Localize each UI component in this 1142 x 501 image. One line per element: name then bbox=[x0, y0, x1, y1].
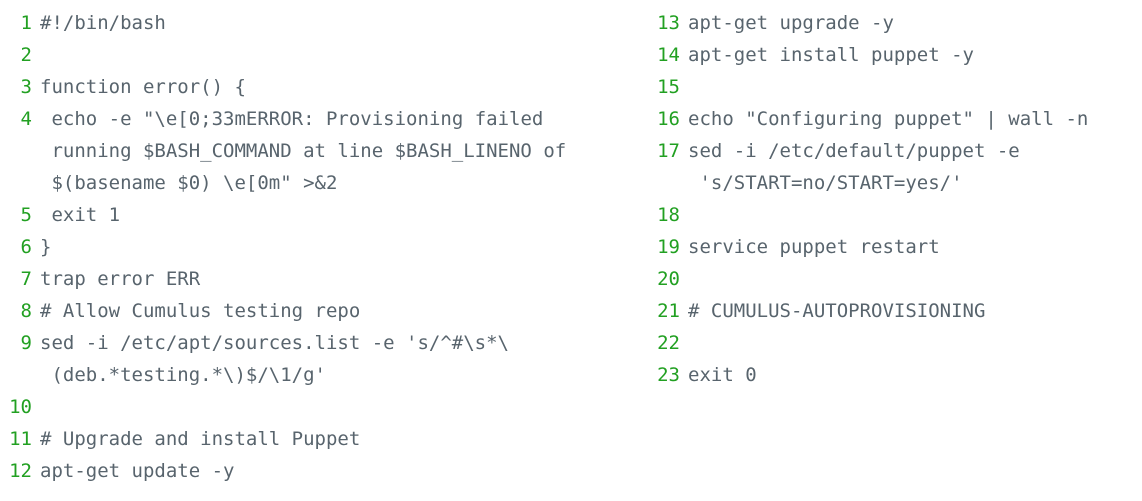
code-line[interactable]: 10 bbox=[2, 391, 600, 423]
line-code: trap error ERR bbox=[40, 268, 201, 290]
line-number: 23 bbox=[657, 364, 680, 386]
line-code: } bbox=[40, 236, 52, 258]
code-line[interactable]: 18 bbox=[650, 199, 1142, 231]
line-code: sed -i /etc/apt/sources.list -e 's/^#\s*… bbox=[40, 332, 509, 386]
code-line[interactable]: 20 bbox=[650, 263, 1142, 295]
code-line[interactable]: 1 #!/bin/bash bbox=[2, 7, 600, 39]
code-line[interactable]: 3 function error() { bbox=[2, 71, 600, 103]
line-code: echo "Configuring puppet" | wall -n bbox=[688, 108, 1089, 130]
line-number: 18 bbox=[657, 204, 680, 226]
line-number: 4 bbox=[20, 108, 32, 130]
code-listing: 1 #!/bin/bash 2 3 function error() { 4 e… bbox=[0, 0, 1142, 501]
line-code: apt-get install puppet -y bbox=[688, 44, 974, 66]
line-code: sed -i /etc/default/puppet -e 's/START=n… bbox=[688, 140, 1032, 194]
line-number: 20 bbox=[657, 268, 680, 290]
line-code: function error() { bbox=[40, 76, 246, 98]
line-code: # Upgrade and install Puppet bbox=[40, 428, 361, 450]
code-line[interactable]: 19 service puppet restart bbox=[650, 231, 1142, 263]
code-line[interactable]: 8 # Allow Cumulus testing repo bbox=[2, 295, 600, 327]
code-line[interactable]: 21 # CUMULUS-AUTOPROVISIONING bbox=[650, 295, 1142, 327]
line-number: 9 bbox=[20, 332, 32, 354]
line-code: exit 0 bbox=[688, 364, 757, 386]
line-number: 15 bbox=[657, 76, 680, 98]
line-number: 11 bbox=[9, 428, 32, 450]
line-number: 21 bbox=[657, 300, 680, 322]
line-number: 12 bbox=[9, 460, 32, 482]
line-number: 10 bbox=[9, 396, 32, 418]
code-line[interactable]: 12 apt-get update -y bbox=[2, 455, 600, 487]
code-line[interactable]: 4 echo -e "\e[0;33mERROR: Provisioning f… bbox=[2, 103, 600, 199]
line-number: 14 bbox=[657, 44, 680, 66]
line-code: # Allow Cumulus testing repo bbox=[40, 300, 361, 322]
code-column-left: 1 #!/bin/bash 2 3 function error() { 4 e… bbox=[0, 7, 600, 487]
code-line[interactable]: 5 exit 1 bbox=[2, 199, 600, 231]
code-line[interactable]: 2 bbox=[2, 39, 600, 71]
line-number: 8 bbox=[20, 300, 32, 322]
code-line[interactable]: 14 apt-get install puppet -y bbox=[650, 39, 1142, 71]
line-number: 22 bbox=[657, 332, 680, 354]
code-line[interactable]: 7 trap error ERR bbox=[2, 263, 600, 295]
code-line[interactable]: 15 bbox=[650, 71, 1142, 103]
line-code: apt-get upgrade -y bbox=[688, 12, 894, 34]
code-line[interactable]: 11 # Upgrade and install Puppet bbox=[2, 423, 600, 455]
code-line[interactable]: 23 exit 0 bbox=[650, 359, 1142, 391]
line-number: 3 bbox=[20, 76, 32, 98]
line-code: service puppet restart bbox=[688, 236, 940, 258]
code-line[interactable]: 16 echo "Configuring puppet" | wall -n bbox=[650, 103, 1142, 135]
line-code: # CUMULUS-AUTOPROVISIONING bbox=[688, 300, 986, 322]
code-line[interactable]: 9 sed -i /etc/apt/sources.list -e 's/^#\… bbox=[2, 327, 600, 391]
code-line[interactable]: 6 } bbox=[2, 231, 600, 263]
line-code: apt-get update -y bbox=[40, 460, 235, 482]
line-number: 1 bbox=[20, 12, 32, 34]
line-number: 5 bbox=[20, 204, 32, 226]
code-line[interactable]: 13 apt-get upgrade -y bbox=[650, 7, 1142, 39]
code-line[interactable]: 22 bbox=[650, 327, 1142, 359]
line-number: 2 bbox=[20, 44, 32, 66]
line-number: 16 bbox=[657, 108, 680, 130]
code-column-right: 13 apt-get upgrade -y 14 apt-get install… bbox=[600, 7, 1142, 391]
line-number: 7 bbox=[20, 268, 32, 290]
line-code: echo -e "\e[0;33mERROR: Provisioning fai… bbox=[40, 108, 578, 194]
code-line[interactable]: 17 sed -i /etc/default/puppet -e 's/STAR… bbox=[650, 135, 1142, 199]
line-number: 13 bbox=[657, 12, 680, 34]
line-code: exit 1 bbox=[40, 204, 121, 226]
line-number: 6 bbox=[20, 236, 32, 258]
line-number: 19 bbox=[657, 236, 680, 258]
line-number: 17 bbox=[657, 140, 680, 162]
line-code: #!/bin/bash bbox=[40, 12, 166, 34]
